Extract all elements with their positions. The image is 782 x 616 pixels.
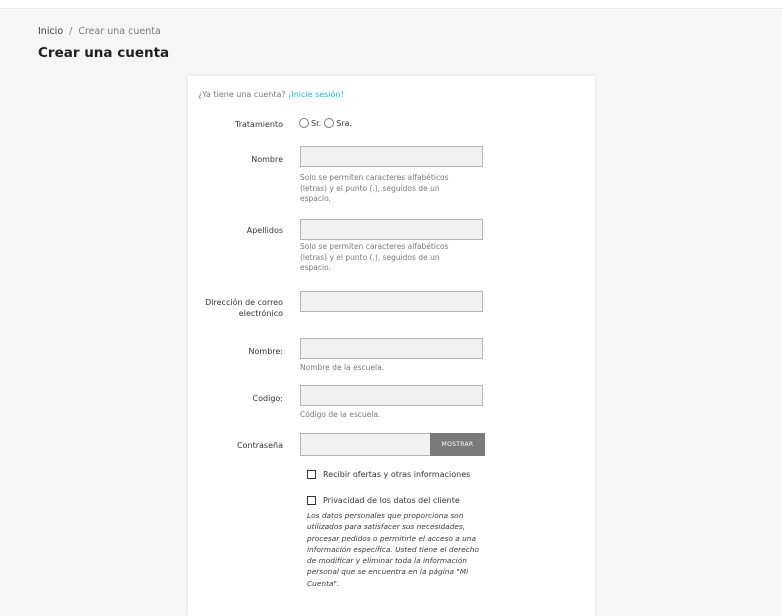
privacy-label: Privacidad de los datos del cliente: [323, 496, 460, 505]
already-account-text: ¿Ya tiene una cuenta? ¡Inicie sesión!: [198, 90, 344, 99]
radio-mrs[interactable]: [324, 118, 335, 128]
first-name-help: Solo se permiten caracteres alfabéticos …: [300, 173, 449, 203]
breadcrumb-current: Crear una cuenta: [78, 26, 161, 37]
radio-mr-label[interactable]: Sr.: [311, 119, 321, 128]
offers-row[interactable]: Recibir ofertas y otras informaciones: [307, 470, 470, 479]
show-password-button[interactable]: MOSTRAR: [430, 433, 485, 456]
privacy-checkbox[interactable]: [307, 496, 316, 505]
first-name-input[interactable]: [300, 146, 483, 167]
school-name-help: Nombre de la escuela.: [300, 363, 385, 372]
last-name-input[interactable]: [300, 219, 483, 240]
breadcrumb-separator: /: [69, 26, 73, 37]
email-label: Dirección de correo electrónico: [205, 298, 283, 318]
already-account-question: ¿Ya tiene una cuenta?: [198, 90, 286, 99]
privacy-row[interactable]: Privacidad de los datos del cliente: [307, 496, 460, 505]
last-name-help: Solo se permiten caracteres alfabéticos …: [300, 242, 449, 272]
offers-label: Recibir ofertas y otras informaciones: [323, 470, 471, 479]
privacy-description: Los datos personales que proporciona son…: [307, 511, 479, 588]
salutation-radio-group: Sr. Sra.: [299, 118, 355, 128]
school-name-input[interactable]: [300, 338, 483, 359]
breadcrumb-home-link[interactable]: Inicio: [38, 26, 63, 37]
radio-mrs-label[interactable]: Sra.: [336, 119, 352, 128]
register-form-card: ¿Ya tiene una cuenta? ¡Inicie sesión! Tr…: [188, 76, 595, 616]
breadcrumb: Inicio / Crear una cuenta: [38, 26, 161, 37]
top-bar: [0, 0, 782, 9]
first-name-label: Nombre: [251, 155, 283, 164]
email-input[interactable]: [300, 291, 483, 312]
login-link[interactable]: ¡Inicie sesión!: [288, 90, 344, 99]
school-code-input[interactable]: [300, 385, 483, 406]
radio-mr[interactable]: [299, 118, 309, 128]
salutation-label: Tratamiento: [235, 120, 283, 129]
school-code-help: Código de la escuela.: [300, 410, 381, 419]
school-code-label: Codigo:: [252, 394, 283, 403]
page-title: Crear una cuenta: [38, 45, 170, 61]
offers-checkbox[interactable]: [307, 470, 316, 479]
password-input[interactable]: [300, 433, 430, 456]
password-label: Contraseña: [237, 441, 283, 450]
last-name-label: Apellidos: [246, 226, 283, 235]
school-name-label: Nombre:: [248, 347, 283, 356]
